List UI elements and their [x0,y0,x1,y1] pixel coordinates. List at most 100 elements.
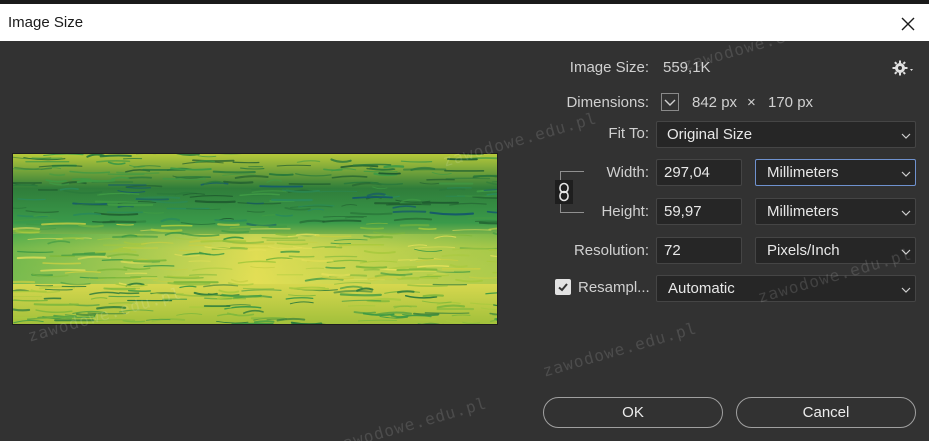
brush-stroke [42,262,82,265]
brush-stroke [320,323,327,324]
brush-stroke [161,224,193,227]
ok-button[interactable]: OK [543,397,723,428]
title-bar: Image Size [0,4,929,41]
fit-to-label: Fit To: [608,125,649,142]
brush-stroke [214,218,248,222]
width-unit-value: Millimeters [767,164,839,181]
brush-stroke [418,227,437,231]
brush-stroke [424,312,470,314]
height-label: Height: [601,203,649,220]
link-icon [559,182,569,202]
brush-stroke [413,312,440,316]
brush-stroke [397,277,420,281]
brush-stroke [135,198,170,201]
resample-checkbox[interactable] [555,279,571,295]
dimensions-dropdown[interactable] [661,93,679,111]
height-unit-value: Millimeters [767,203,839,220]
brush-stroke [467,217,497,220]
image-preview[interactable] [12,153,498,325]
brush-stroke [353,311,376,315]
brush-stroke [16,256,46,260]
brush-stroke [383,165,405,169]
chevron-down-icon [901,210,911,216]
fit-to-select[interactable]: Original Size [656,121,916,148]
constrain-proportions-button[interactable] [555,180,573,204]
brush-stroke [396,290,415,294]
brush-stroke [412,317,437,321]
fit-to-value: Original Size [667,126,753,143]
brush-stroke [188,273,218,277]
brush-stroke [480,323,497,324]
brush-stroke [417,323,423,324]
brush-stroke [496,291,497,293]
brush-stroke [301,258,333,262]
chevron-down-icon [901,249,911,255]
brush-stroke [478,221,497,225]
height-input[interactable]: 59,97 [656,198,742,225]
dimensions-times: × [747,94,756,111]
brush-stroke [13,280,36,284]
brush-stroke [445,177,491,180]
brush-stroke [325,266,346,269]
gear-icon[interactable] [892,58,916,78]
brush-stroke [33,214,50,218]
brush-stroke [324,255,358,258]
resolution-input[interactable]: 72 [656,237,742,264]
brush-stroke [223,180,254,184]
brush-stroke [268,173,294,176]
brush-stroke [143,264,175,268]
width-unit-select[interactable]: Millimeters [755,159,916,186]
watermark: zawodowe.edu.pl [330,393,490,441]
brush-stroke [40,268,86,272]
resample-method-select[interactable]: Automatic [656,275,916,302]
resample-method-value: Automatic [668,280,735,297]
brush-stroke [280,250,300,254]
brush-stroke [422,294,444,298]
width-input[interactable]: 297,04 [656,159,742,186]
height-unit-select[interactable]: Millimeters [755,198,916,225]
brush-stroke [116,223,134,226]
checkmark-icon [558,283,568,292]
close-icon [901,17,915,31]
brush-stroke [360,226,385,230]
brush-stroke [126,186,152,189]
cancel-button[interactable]: Cancel [736,397,916,428]
close-button[interactable] [894,11,922,37]
resample-label[interactable]: Resampl... [578,279,650,296]
watermark: zawodowe.edu.pl [540,318,700,381]
brush-stroke [127,289,152,292]
dimensions-height-value: 170 px [768,94,814,111]
resolution-label: Resolution: [573,242,649,259]
brush-stroke [352,196,393,199]
brush-stroke [347,305,376,307]
brush-stroke [127,176,152,180]
brush-stroke [350,212,393,216]
brush-stroke [497,154,498,155]
brush-stroke [217,223,240,227]
brush-stroke [363,170,398,173]
brush-stroke [441,254,470,257]
brush-stroke [288,255,315,258]
chevron-down-icon [901,171,911,177]
brush-stroke [99,154,132,158]
image-size-label: Image Size: [569,59,649,76]
resolution-unit-select[interactable]: Pixels/Inch [755,237,916,264]
brush-stroke [175,176,212,179]
preview-painting [13,154,498,324]
brush-stroke [72,252,106,256]
brush-stroke [176,154,200,156]
brush-stroke [122,258,167,262]
window-title: Image Size [8,14,84,31]
brush-stroke [13,299,48,302]
brush-stroke [352,163,392,167]
brush-stroke [13,308,31,312]
brush-stroke [369,235,393,239]
brush-stroke [315,235,352,238]
brush-stroke [212,170,256,174]
dimensions-width-value: 842 px [692,94,738,111]
width-label: Width: [606,164,649,181]
brush-stroke [194,200,236,204]
brush-stroke [87,312,127,315]
resolution-unit-value: Pixels/Inch [767,242,840,259]
brush-stroke [399,223,430,227]
